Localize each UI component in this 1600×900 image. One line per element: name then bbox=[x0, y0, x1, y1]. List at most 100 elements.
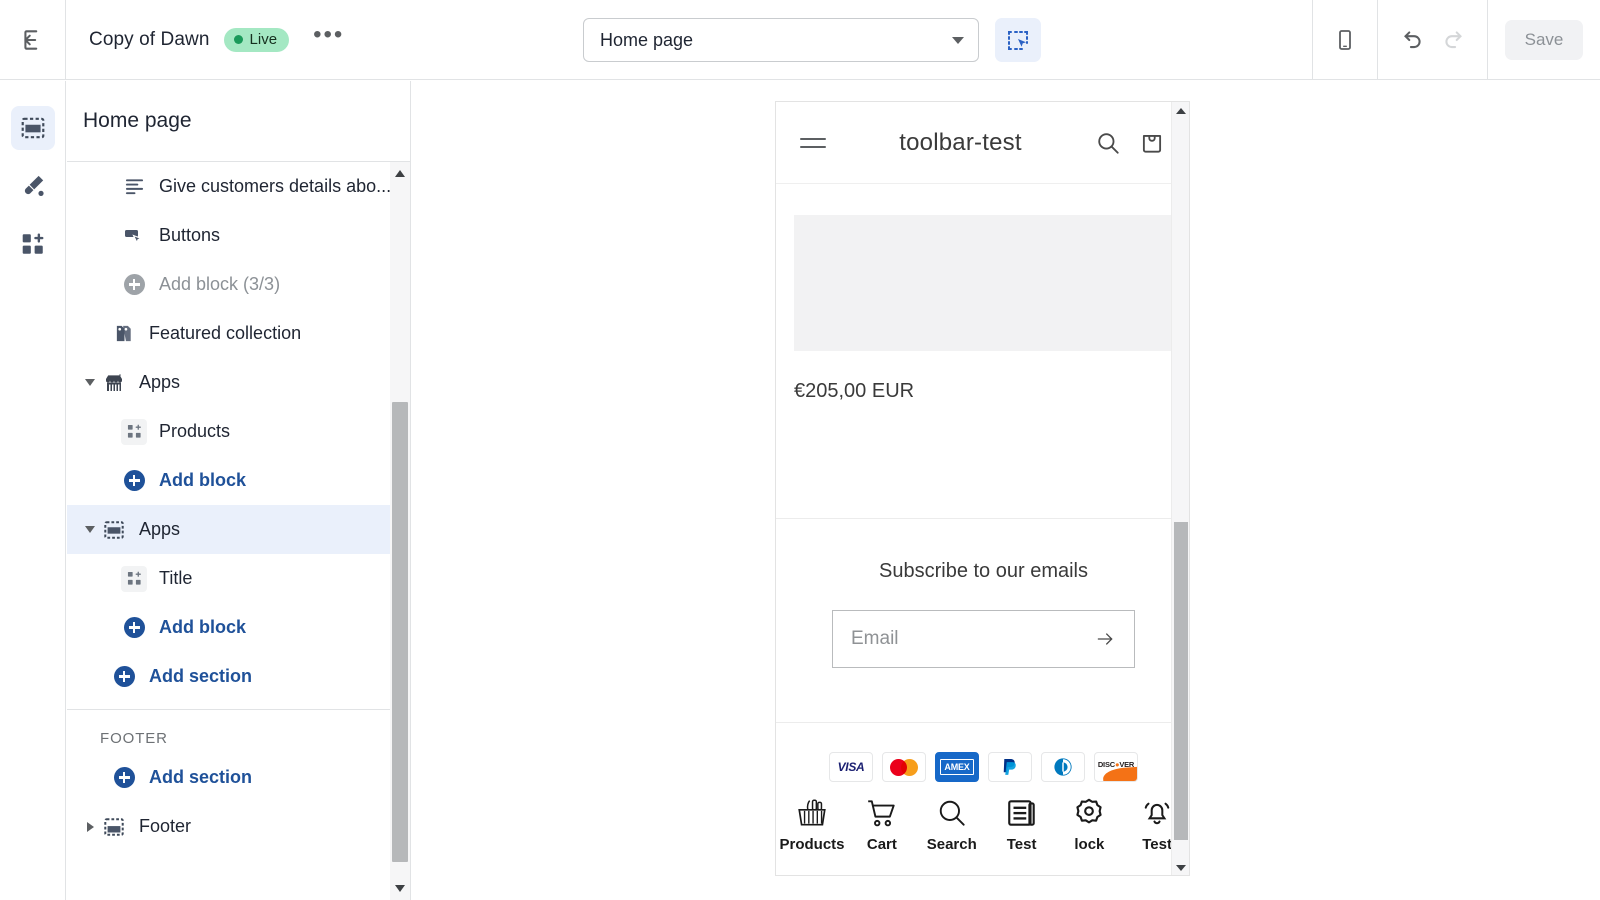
custom-bottom-toolbar: Products Cart Search Test lock Test bbox=[776, 796, 1189, 853]
payment-icon-visa: VISA bbox=[829, 752, 873, 782]
section-icon bbox=[101, 519, 127, 541]
search-icon[interactable] bbox=[1095, 130, 1121, 156]
payment-icon-diners-club bbox=[1041, 752, 1085, 782]
tree-row-title-block[interactable]: Title bbox=[67, 554, 410, 603]
live-dot-icon bbox=[233, 34, 243, 44]
basket-icon bbox=[798, 799, 826, 826]
chevron-down-icon[interactable] bbox=[79, 526, 101, 533]
footer-group-label: FOOTER bbox=[100, 730, 168, 747]
section-divider bbox=[776, 722, 1189, 723]
top-bar: Copy of Dawn Live ••• Home page Save bbox=[0, 0, 1600, 80]
exit-editor-cell bbox=[0, 0, 66, 80]
tree-row-footer-section[interactable]: Footer bbox=[67, 802, 410, 851]
tree-row-label: Add section bbox=[149, 767, 253, 787]
chevron-right-icon[interactable] bbox=[79, 821, 101, 832]
visa-label: VISA bbox=[837, 760, 865, 774]
preview-scrollbar[interactable] bbox=[1171, 102, 1189, 875]
toolbar-item-label: Search bbox=[926, 836, 977, 853]
select-region-button[interactable] bbox=[995, 18, 1041, 62]
tree-row-label: Add block (3/3) bbox=[159, 274, 281, 294]
tree-row-add-section-footer[interactable]: Add section bbox=[67, 753, 410, 802]
tree-row-apps-section-2[interactable]: Apps bbox=[67, 505, 410, 554]
plus-circle-blue-icon bbox=[121, 617, 147, 638]
bell-icon bbox=[1144, 802, 1170, 825]
scroll-down-arrow-icon[interactable] bbox=[395, 885, 405, 892]
plus-circle-blue-icon bbox=[111, 767, 137, 788]
hamburger-menu-icon[interactable] bbox=[800, 137, 826, 148]
store-header: toolbar-test bbox=[776, 102, 1189, 184]
save-cell: Save bbox=[1488, 20, 1600, 60]
page-selector[interactable]: Home page bbox=[583, 18, 979, 62]
shopping-bag-icon[interactable] bbox=[1139, 130, 1165, 156]
document-icon bbox=[1007, 800, 1035, 826]
left-icon-rail bbox=[0, 81, 66, 900]
scroll-up-arrow-icon[interactable] bbox=[1176, 108, 1186, 114]
sidebar-scrollbar[interactable] bbox=[390, 162, 410, 900]
device-preview-cell bbox=[1312, 0, 1378, 80]
preview-canvas: toolbar-test €205,00 EUR Subscribe to ou… bbox=[412, 81, 1600, 900]
amex-label: AMEX bbox=[940, 759, 974, 775]
app-block-icon bbox=[121, 565, 147, 592]
sidebar-scrollbar-thumb[interactable] bbox=[392, 402, 408, 862]
toolbar-item-label: Test bbox=[1142, 836, 1172, 853]
toolbar-item-label: lock bbox=[1074, 836, 1105, 853]
sections-tree: Give customers details abo... Buttons Ad… bbox=[67, 162, 410, 851]
toolbar-item-label: Test bbox=[1006, 836, 1037, 853]
more-actions-button[interactable]: ••• bbox=[303, 22, 354, 56]
plus-circle-gray-icon bbox=[121, 274, 147, 295]
tree-row-add-section-main[interactable]: Add section bbox=[67, 652, 410, 701]
text-block-icon bbox=[121, 177, 147, 196]
toolbar-item-label: Cart bbox=[866, 836, 897, 853]
buttons-block-icon bbox=[121, 226, 147, 246]
tree-row-label: Title bbox=[159, 568, 193, 588]
section-divider bbox=[776, 518, 1189, 519]
sidebar-tree-wrapper: Give customers details abo... Buttons Ad… bbox=[67, 162, 410, 900]
save-button[interactable]: Save bbox=[1504, 20, 1584, 60]
tree-row-featured-collection[interactable]: Featured collection bbox=[67, 309, 410, 358]
sections-sidebar: Home page Give customers details abo... bbox=[67, 81, 411, 900]
tree-row-label: Featured collection bbox=[149, 323, 302, 343]
gear-icon bbox=[1076, 798, 1103, 824]
status-badge: Live bbox=[223, 27, 290, 52]
tree-row-text-block[interactable]: Give customers details abo... bbox=[67, 162, 410, 211]
sidebar-item-sections[interactable] bbox=[10, 106, 55, 150]
payment-icon-mastercard bbox=[882, 752, 926, 782]
toolbar-item-products[interactable]: Products bbox=[780, 796, 845, 853]
payment-icon-amex: AMEX bbox=[935, 752, 979, 782]
sidebar-item-theme-settings[interactable] bbox=[11, 164, 55, 208]
product-image-placeholder bbox=[794, 215, 1172, 351]
tree-row-apps-section-1[interactable]: Apps bbox=[67, 358, 410, 407]
mobile-device-icon[interactable] bbox=[1333, 28, 1357, 52]
tree-row-products-block[interactable]: Products bbox=[67, 407, 410, 456]
tree-row-add-block-1[interactable]: Add block bbox=[67, 456, 410, 505]
preview-scrollbar-thumb[interactable] bbox=[1174, 522, 1188, 840]
tree-row-add-block-2[interactable]: Add block bbox=[67, 603, 410, 652]
sidebar-item-app-embeds[interactable] bbox=[11, 222, 55, 266]
scroll-down-arrow-icon[interactable] bbox=[1176, 865, 1186, 871]
page-selector-value: Home page bbox=[600, 29, 694, 50]
email-field[interactable]: Email bbox=[832, 610, 1135, 668]
exit-icon[interactable] bbox=[20, 27, 46, 53]
tree-row-label: Give customers details abo... bbox=[159, 176, 392, 196]
tree-row-label: Footer bbox=[139, 816, 192, 836]
chevron-down-icon[interactable] bbox=[79, 379, 101, 386]
toolbar-item-cart[interactable]: Cart bbox=[860, 796, 904, 853]
arrow-right-icon[interactable] bbox=[1094, 629, 1116, 649]
storefront-preview: toolbar-test €205,00 EUR Subscribe to ou… bbox=[775, 101, 1190, 876]
payment-icon-discover: DISC●VER bbox=[1094, 752, 1138, 782]
undo-icon[interactable] bbox=[1399, 27, 1425, 53]
page-title: Home page bbox=[83, 109, 192, 132]
theme-settings-paintbrush-icon bbox=[24, 175, 44, 196]
app-store-icon bbox=[101, 372, 127, 394]
toolbar-item-lock[interactable]: lock bbox=[1068, 796, 1112, 853]
scroll-up-arrow-icon[interactable] bbox=[395, 170, 405, 177]
toolbar-item-test-document[interactable]: Test bbox=[1000, 796, 1044, 853]
toolbar-item-search[interactable]: Search bbox=[926, 796, 977, 853]
plus-circle-blue-icon bbox=[111, 666, 137, 687]
shopping-cart-icon bbox=[868, 800, 895, 827]
sections-icon bbox=[21, 117, 44, 139]
tree-row-buttons[interactable]: Buttons bbox=[67, 211, 410, 260]
section-icon bbox=[101, 816, 127, 838]
theme-info-block: Copy of Dawn Live ••• bbox=[66, 22, 354, 56]
tree-row-add-block-disabled: Add block (3/3) bbox=[67, 260, 410, 309]
